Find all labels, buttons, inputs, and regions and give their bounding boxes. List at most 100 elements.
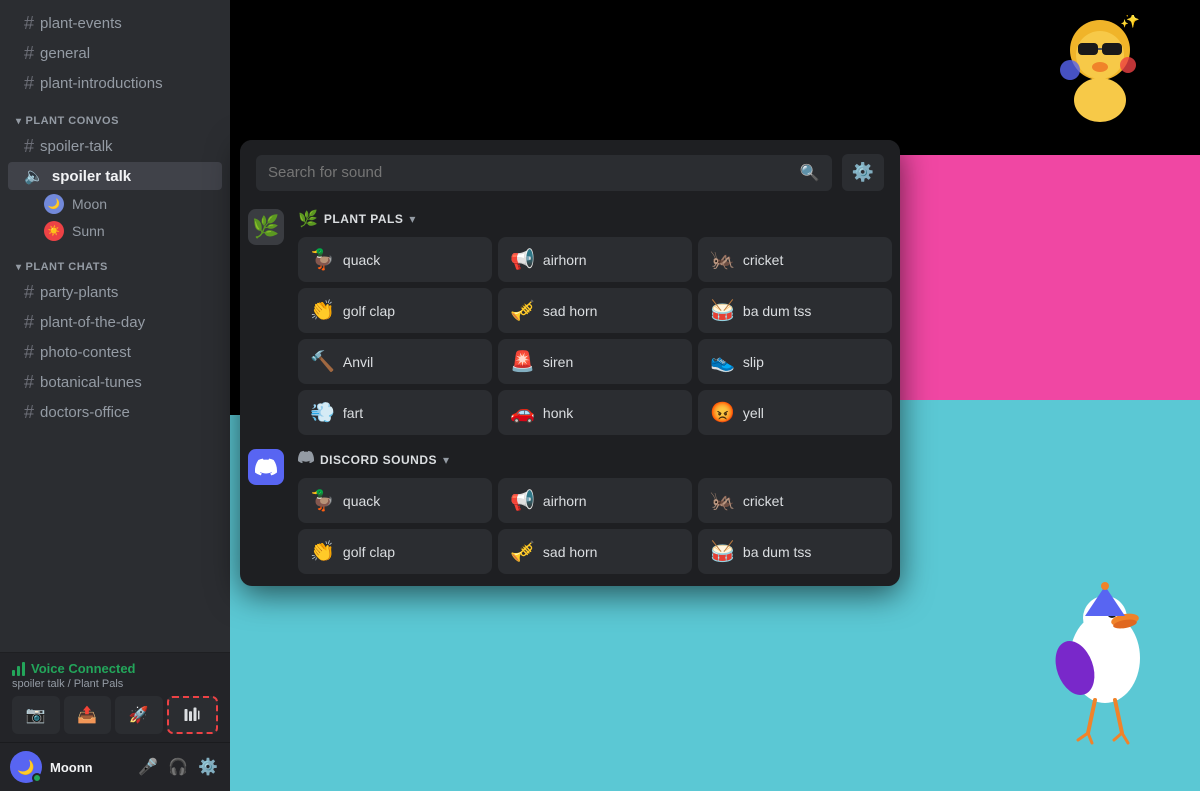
user-status-dot — [32, 773, 42, 783]
search-input[interactable] — [268, 164, 792, 181]
activity-button[interactable]: 🚀 — [115, 696, 163, 734]
plant-pals-grid: 🦆 quack 📢 airhorn 🦗 cricket — [298, 237, 892, 435]
user-name: Moonn — [50, 760, 128, 775]
sound-slip-1[interactable]: 👟 slip — [698, 339, 892, 384]
sound-anvil-1[interactable]: 🔨 Anvil — [298, 339, 492, 384]
voice-connected-bar: Voice Connected spoiler talk / Plant Pal… — [0, 652, 230, 742]
plant-pals-row: 🌿 🌿 PLANT PALS ▾ 🦆 quack — [248, 205, 892, 435]
settings-button[interactable]: ⚙️ — [196, 755, 220, 779]
share-button[interactable]: 📤 — [64, 696, 112, 734]
channel-party-plants[interactable]: # party-plants — [8, 278, 222, 307]
channel-list: # plant-events # general # plant-introdu… — [0, 0, 230, 652]
sound-sad-horn-1[interactable]: 🎺 sad horn — [498, 288, 692, 333]
voice-bars-icon — [12, 662, 25, 676]
voice-bar-3 — [22, 662, 25, 676]
sub-user-sunn[interactable]: ☀️ Sunn — [8, 218, 222, 244]
sound-quack-1[interactable]: 🦆 quack — [298, 237, 492, 282]
hash-icon: # — [24, 13, 34, 34]
hash-icon: # — [24, 43, 34, 64]
soundboard-button[interactable] — [167, 696, 219, 734]
svg-text:✨: ✨ — [1120, 15, 1140, 29]
discord-logo — [255, 456, 277, 478]
camera-button[interactable]: 📷 — [12, 696, 60, 734]
sound-yell-1[interactable]: 😡 yell — [698, 390, 892, 435]
voice-bar-2 — [17, 666, 20, 676]
discord-sounds-grid: 🦆 quack 📢 airhorn 🦗 cricket 👏 — [298, 478, 892, 574]
hash-icon: # — [24, 402, 34, 423]
section-spacer — [248, 435, 892, 445]
sound-airhorn-1[interactable]: 📢 airhorn — [498, 237, 692, 282]
category-plant-chats[interactable]: ▾ PLANT CHATS — [0, 245, 230, 277]
search-bar: 🔍 — [256, 155, 832, 191]
sound-ba-dum-tss-2[interactable]: 🥁 ba dum tss — [698, 529, 892, 574]
voice-actions: 📷 📤 🚀 — [12, 696, 218, 734]
deafen-button[interactable]: 🎧 — [166, 755, 190, 779]
channel-spoiler-talk-text[interactable]: # spoiler-talk — [8, 132, 222, 161]
sub-user-moon[interactable]: 🌙 Moon — [8, 191, 222, 217]
sidebar: # plant-events # general # plant-introdu… — [0, 0, 230, 791]
user-bar: 🌙 Moonn 🎤 🎧 ⚙️ — [0, 742, 230, 791]
sounds-scroll-area[interactable]: 🌿 🌿 PLANT PALS ▾ 🦆 quack — [240, 205, 900, 586]
plant-pals-server-icon[interactable]: 🌿 — [248, 209, 284, 245]
channel-botanical-tunes[interactable]: # botanical-tunes — [8, 368, 222, 397]
sound-airhorn-2[interactable]: 📢 airhorn — [498, 478, 692, 523]
voice-bar-1 — [12, 670, 15, 676]
plant-pals-icon-wrap: 🌿 — [248, 205, 288, 245]
sound-siren-1[interactable]: 🚨 siren — [498, 339, 692, 384]
moon-avatar: 🌙 — [44, 194, 64, 214]
discord-sounds-chevron: ▾ — [443, 453, 449, 467]
channel-doctors-office[interactable]: # doctors-office — [8, 398, 222, 427]
hash-icon: # — [24, 372, 34, 393]
hash-icon: # — [24, 342, 34, 363]
character-top-right-svg: ✨ — [1050, 15, 1150, 125]
character-bottom-right — [1040, 578, 1170, 761]
hash-icon: # — [24, 73, 34, 94]
soundboard-icon — [183, 706, 201, 724]
chevron-icon: ▾ — [16, 262, 22, 273]
category-plant-convos[interactable]: ▾ PLANT CONVOS — [0, 99, 230, 131]
plant-pals-header[interactable]: 🌿 PLANT PALS ▾ — [298, 205, 892, 237]
hash-icon: # — [24, 282, 34, 303]
mute-button[interactable]: 🎤 — [136, 755, 160, 779]
discord-server-icon[interactable] — [248, 449, 284, 485]
discord-icon-wrap — [248, 445, 288, 485]
plant-pals-sounds: 🌿 PLANT PALS ▾ 🦆 quack 📢 airhorn — [298, 205, 892, 435]
plant-pals-header-icon: 🌿 — [298, 209, 318, 229]
sound-panel-header: 🔍 ⚙️ — [240, 140, 900, 205]
voice-connected-title: Voice Connected — [12, 661, 218, 676]
channel-spoiler-talk-voice[interactable]: 🔈 spoiler talk — [8, 162, 222, 190]
sound-panel: 🔍 ⚙️ 🌿 🌿 PLANT PALS ▾ — [240, 140, 900, 586]
channel-plant-introductions[interactable]: # plant-introductions — [8, 69, 222, 98]
discord-header-logo — [298, 449, 314, 465]
discord-sounds-header[interactable]: DISCORD SOUNDS ▾ — [298, 445, 892, 478]
search-icon: 🔍 — [800, 163, 820, 183]
chevron-icon: ▾ — [16, 116, 22, 127]
sound-honk-1[interactable]: 🚗 honk — [498, 390, 692, 435]
sound-quack-2[interactable]: 🦆 quack — [298, 478, 492, 523]
sound-ba-dum-tss-1[interactable]: 🥁 ba dum tss — [698, 288, 892, 333]
sound-golf-clap-2[interactable]: 👏 golf clap — [298, 529, 492, 574]
discord-sounds-section: DISCORD SOUNDS ▾ 🦆 quack 📢 airhorn — [298, 445, 892, 574]
channel-plant-of-the-day[interactable]: # plant-of-the-day — [8, 308, 222, 337]
hash-icon: # — [24, 312, 34, 333]
channel-photo-contest[interactable]: # photo-contest — [8, 338, 222, 367]
plant-pals-chevron: ▾ — [409, 212, 415, 226]
hash-icon: # — [24, 136, 34, 157]
character-bottom-right-svg — [1040, 578, 1170, 748]
discord-sounds-row: DISCORD SOUNDS ▾ 🦆 quack 📢 airhorn — [248, 445, 892, 574]
channel-general[interactable]: # general — [8, 39, 222, 68]
main-content: ✨ — [230, 0, 1200, 791]
settings-gear-button[interactable]: ⚙️ — [842, 154, 884, 191]
sound-cricket-2[interactable]: 🦗 cricket — [698, 478, 892, 523]
voice-connected-subtitle: spoiler talk / Plant Pals — [12, 678, 218, 690]
sound-cricket-1[interactable]: 🦗 cricket — [698, 237, 892, 282]
user-controls: 🎤 🎧 ⚙️ — [136, 755, 220, 779]
sound-fart-1[interactable]: 💨 fart — [298, 390, 492, 435]
sunn-avatar: ☀️ — [44, 221, 64, 241]
voice-icon: 🔈 — [24, 166, 44, 186]
sound-sad-horn-2[interactable]: 🎺 sad horn — [498, 529, 692, 574]
character-top-right: ✨ — [1050, 15, 1150, 138]
sound-golf-clap-1[interactable]: 👏 golf clap — [298, 288, 492, 333]
channel-plant-events[interactable]: # plant-events — [8, 9, 222, 38]
discord-header-icon — [298, 449, 314, 470]
